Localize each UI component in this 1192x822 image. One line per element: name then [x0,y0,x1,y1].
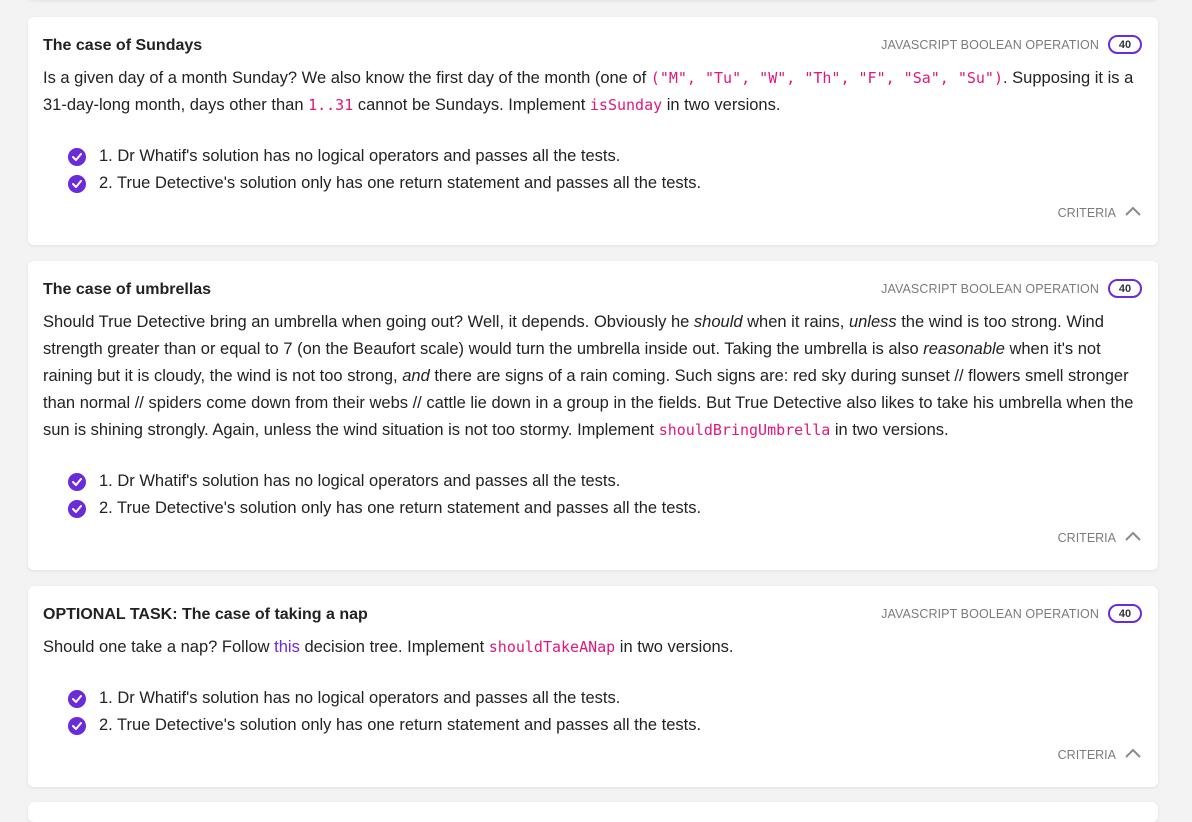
criteria-item: 2. True Detective's solution only has on… [68,170,701,197]
criteria-text: 1. Dr Whatif's solution has no logical o… [99,147,621,165]
desc-emphasis: unless [848,313,897,331]
check-circle-icon [68,499,86,518]
criteria-toggle[interactable]: CRITERIA [1058,529,1142,547]
chevron-up-icon [1124,529,1142,547]
task-card-content: OPTIONAL TASK: The case of taking a nap … [43,586,1142,762]
inline-code: shouldBringUmbrella [658,421,831,439]
criteria-list: 1. Dr Whatif's solution has no logical o… [68,143,701,197]
task-title-text: The case of taking a nap [177,606,368,623]
task-category: JAVASCRIPT BOOLEAN OPERATION [881,606,1099,621]
desc-emphasis: reasonable [923,340,1005,358]
criteria-text: 2. True Detective's solution only has on… [99,499,702,517]
criteria-toggle-label: CRITERIA [1057,531,1116,545]
task-card-nap: OPTIONAL TASK: The case of taking a nap … [28,586,1158,787]
desc-text: in two versions. [830,421,949,439]
desc-text: in two versions. [615,638,734,656]
desc-text: Is a given day of a month Sunday? We als… [43,69,651,87]
task-header: The case of Sundays JAVASCRIPT BOOLEAN O… [43,17,1142,54]
criteria-text: 2. True Detective's solution only has on… [99,174,702,192]
desc-emphasis: should [693,313,743,331]
task-title: OPTIONAL TASK: The case of taking a nap [43,606,368,624]
task-description: Should one take a nap? Follow this decis… [43,634,1142,661]
criteria-toggle-label: CRITERIA [1057,748,1116,762]
criteria-item: 2. True Detective's solution only has on… [68,712,701,739]
task-description: Is a given day of a month Sunday? We als… [43,65,1142,119]
points-badge: 40 [1108,279,1142,298]
inline-code: isSunday [589,96,663,114]
inline-code: ("M", "Tu", "W", "Th", "F", "Sa", "Su") [650,69,1003,87]
criteria-text: 1. Dr Whatif's solution has no logical o… [99,689,621,707]
criteria-list: 1. Dr Whatif's solution has no logical o… [68,468,701,522]
criteria-toggle[interactable]: CRITERIA [1058,204,1142,222]
desc-emphasis: and [402,367,430,385]
optional-task-prefix: OPTIONAL TASK: [43,606,178,623]
criteria-item: 1. Dr Whatif's solution has no logical o… [68,468,701,495]
criteria-item: 2. True Detective's solution only has on… [68,495,701,522]
task-card-umbrellas: The case of umbrellas JAVASCRIPT BOOLEAN… [28,261,1158,570]
next-task-card [28,802,1158,822]
desc-text: Should one take a nap? Follow [43,638,275,656]
task-meta: JAVASCRIPT BOOLEAN OPERATION 40 [881,35,1142,54]
inline-code: shouldTakeANap [488,638,616,656]
check-circle-icon [68,147,86,166]
criteria-item: 1. Dr Whatif's solution has no logical o… [68,685,701,712]
check-circle-icon [68,689,86,708]
criteria-toggle[interactable]: CRITERIA [1058,746,1142,764]
task-card-content: The case of umbrellas JAVASCRIPT BOOLEAN… [43,261,1142,545]
check-circle-icon [68,716,86,735]
desc-text: decision tree. Implement [299,638,489,656]
task-description: Should True Detective bring an umbrella … [43,309,1142,444]
task-category: JAVASCRIPT BOOLEAN OPERATION [881,37,1099,52]
task-title: The case of umbrellas [43,281,212,298]
task-header: The case of umbrellas JAVASCRIPT BOOLEAN… [43,261,1142,298]
desc-text: Should True Detective bring an umbrella … [43,313,694,331]
chevron-up-icon [1124,746,1142,764]
desc-text: when it rains, [742,313,849,331]
criteria-item: 1. Dr Whatif's solution has no logical o… [68,143,701,170]
chevron-up-icon [1124,204,1142,222]
criteria-text: 2. True Detective's solution only has on… [99,716,702,734]
points-badge: 40 [1108,35,1142,54]
check-circle-icon [68,472,86,491]
task-header: OPTIONAL TASK: The case of taking a nap … [43,586,1142,623]
desc-text: in two versions. [662,96,781,114]
criteria-list: 1. Dr Whatif's solution has no logical o… [68,685,701,739]
criteria-text: 1. Dr Whatif's solution has no logical o… [99,472,621,490]
task-card-content: The case of Sundays JAVASCRIPT BOOLEAN O… [43,17,1142,220]
desc-text: cannot be Sundays. Implement [353,96,590,114]
task-title: The case of Sundays [43,37,203,54]
inline-code: 1..31 [308,96,354,114]
criteria-toggle-label: CRITERIA [1057,206,1116,220]
task-category: JAVASCRIPT BOOLEAN OPERATION [881,281,1099,296]
task-card-sundays: The case of Sundays JAVASCRIPT BOOLEAN O… [28,17,1158,245]
check-circle-icon [68,174,86,193]
task-meta: JAVASCRIPT BOOLEAN OPERATION 40 [881,604,1142,623]
decision-tree-link[interactable]: this [274,638,300,656]
points-badge: 40 [1108,604,1142,623]
task-meta: JAVASCRIPT BOOLEAN OPERATION 40 [881,279,1142,298]
